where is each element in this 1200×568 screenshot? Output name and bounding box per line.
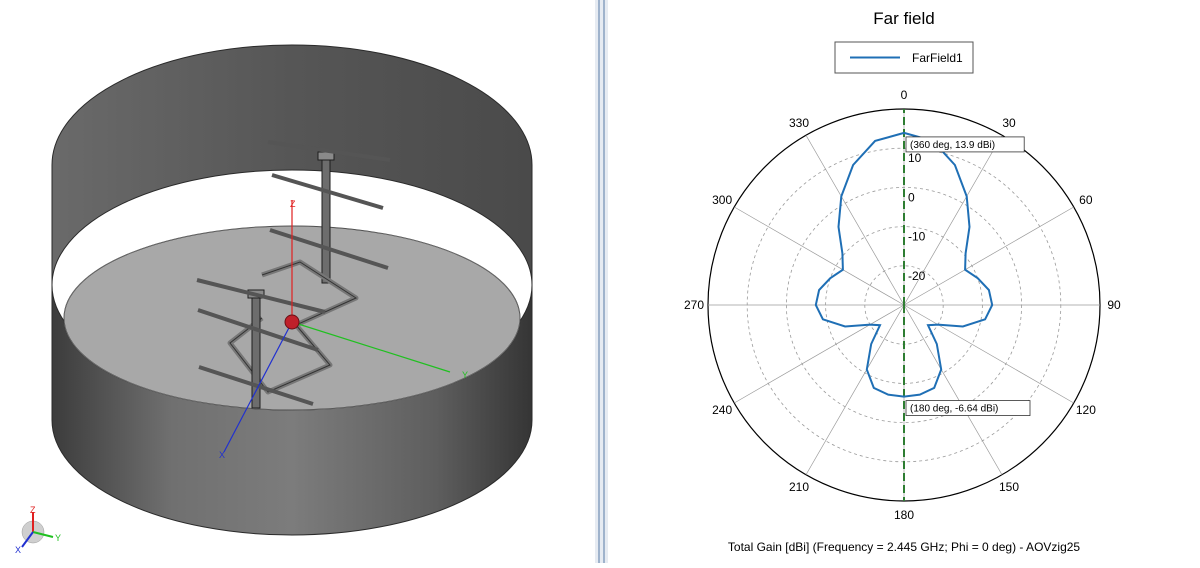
chart-title: Far field [873,9,934,28]
triad-z-label: Z [30,505,36,515]
angular-tick-label: 210 [789,480,809,494]
marker-annotation[interactable]: (180 deg, -6.64 dBi) [905,400,1031,416]
angular-tick-label: 240 [712,403,732,417]
marker-label: (360 deg, 13.9 dBi) [910,140,995,151]
panel-splitter[interactable] [595,0,608,563]
radial-tick-label: 10 [908,151,922,165]
legend-series-label: FarField1 [912,51,963,65]
polar-plot-panel[interactable]: Far field FarField1 0 30 60 90 120 150 180 210 2… [608,0,1200,563]
y-axis-label: Y [462,370,468,380]
angular-tick-label: 150 [999,480,1019,494]
orientation-triad: Z Y X [15,505,61,555]
angular-tick-label: 270 [684,298,704,312]
z-axis-label: Z [290,199,296,209]
chart-caption: Total Gain [dBi] (Frequency = 2.445 GHz;… [728,540,1081,554]
splitter-edge-right [603,0,605,563]
splitter-edge-left [598,0,600,563]
x-axis-label: X [219,450,225,460]
model-3d-canvas[interactable]: Z Y X Z Y X [0,0,595,563]
feed-port-marker [284,314,300,330]
triad-x-label: X [15,545,21,555]
model-3d-viewport[interactable]: Z Y X Z Y X [0,0,595,563]
angular-tick-label: 0 [901,88,908,102]
angular-tick-label: 180 [894,508,914,522]
radial-tick-label: -10 [908,230,926,244]
angular-tick-label: 330 [789,116,809,130]
marker-label: (180 deg, -6.64 dBi) [910,404,998,415]
angular-tick-label: 90 [1107,298,1121,312]
angular-tick-label: 300 [712,193,732,207]
triad-y-label: Y [55,533,61,543]
radial-tick-label: 0 [908,190,915,204]
angular-tick-label: 30 [1002,116,1016,130]
radial-tick-label: -20 [908,269,926,283]
legend[interactable]: FarField1 [834,41,974,74]
angular-tick-label: 60 [1079,193,1093,207]
angular-tick-label: 120 [1076,403,1096,417]
marker-annotation[interactable]: (360 deg, 13.9 dBi) [905,136,1025,153]
polar-plot[interactable]: Far field FarField1 0 30 60 90 120 150 180 210 2… [608,0,1200,563]
